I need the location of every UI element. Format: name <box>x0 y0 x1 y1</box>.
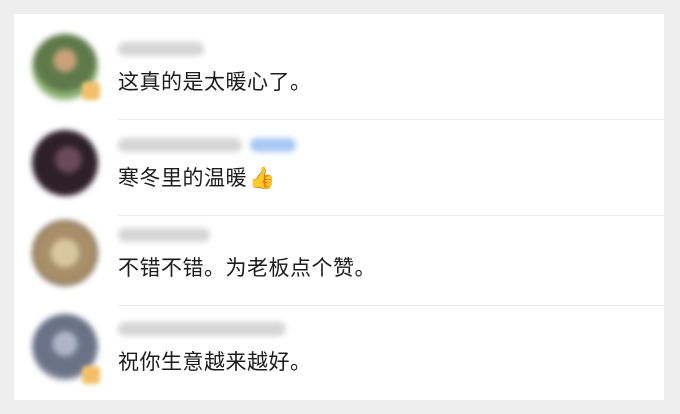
avatar[interactable] <box>32 130 98 196</box>
comment-item: 寒冬里的温暖👍 <box>14 120 664 216</box>
comment-text-body: 寒冬里的温暖 <box>118 166 247 190</box>
comment-item: 祝你生意越来越好。 <box>14 304 664 400</box>
thumbs-up-icon: 👍 <box>249 166 276 190</box>
comment-text: 祝你生意越来越好。 <box>118 350 312 374</box>
commenter-name-blurred <box>118 228 210 242</box>
comment-item: 不错不错。为老板点个赞。 <box>14 210 664 306</box>
comment-text: 寒冬里的温暖👍 <box>118 164 276 192</box>
comment-item: 这真的是太暖心了。 <box>14 24 664 120</box>
comment-text: 不错不错。为老板点个赞。 <box>118 256 376 280</box>
commenter-name-blurred <box>118 42 204 56</box>
comment-list-panel: 这真的是太暖心了。 寒冬里的温暖👍 不错不错。为老板点个赞。 祝你生意越来越好。 <box>14 14 664 400</box>
badge-icon <box>82 82 100 100</box>
commenter-tag-blurred <box>250 138 296 152</box>
commenter-name-blurred <box>118 138 242 152</box>
avatar[interactable] <box>32 220 98 286</box>
commenter-name-blurred <box>118 322 286 336</box>
badge-icon <box>82 366 100 384</box>
comment-text: 这真的是太暖心了。 <box>118 70 312 94</box>
